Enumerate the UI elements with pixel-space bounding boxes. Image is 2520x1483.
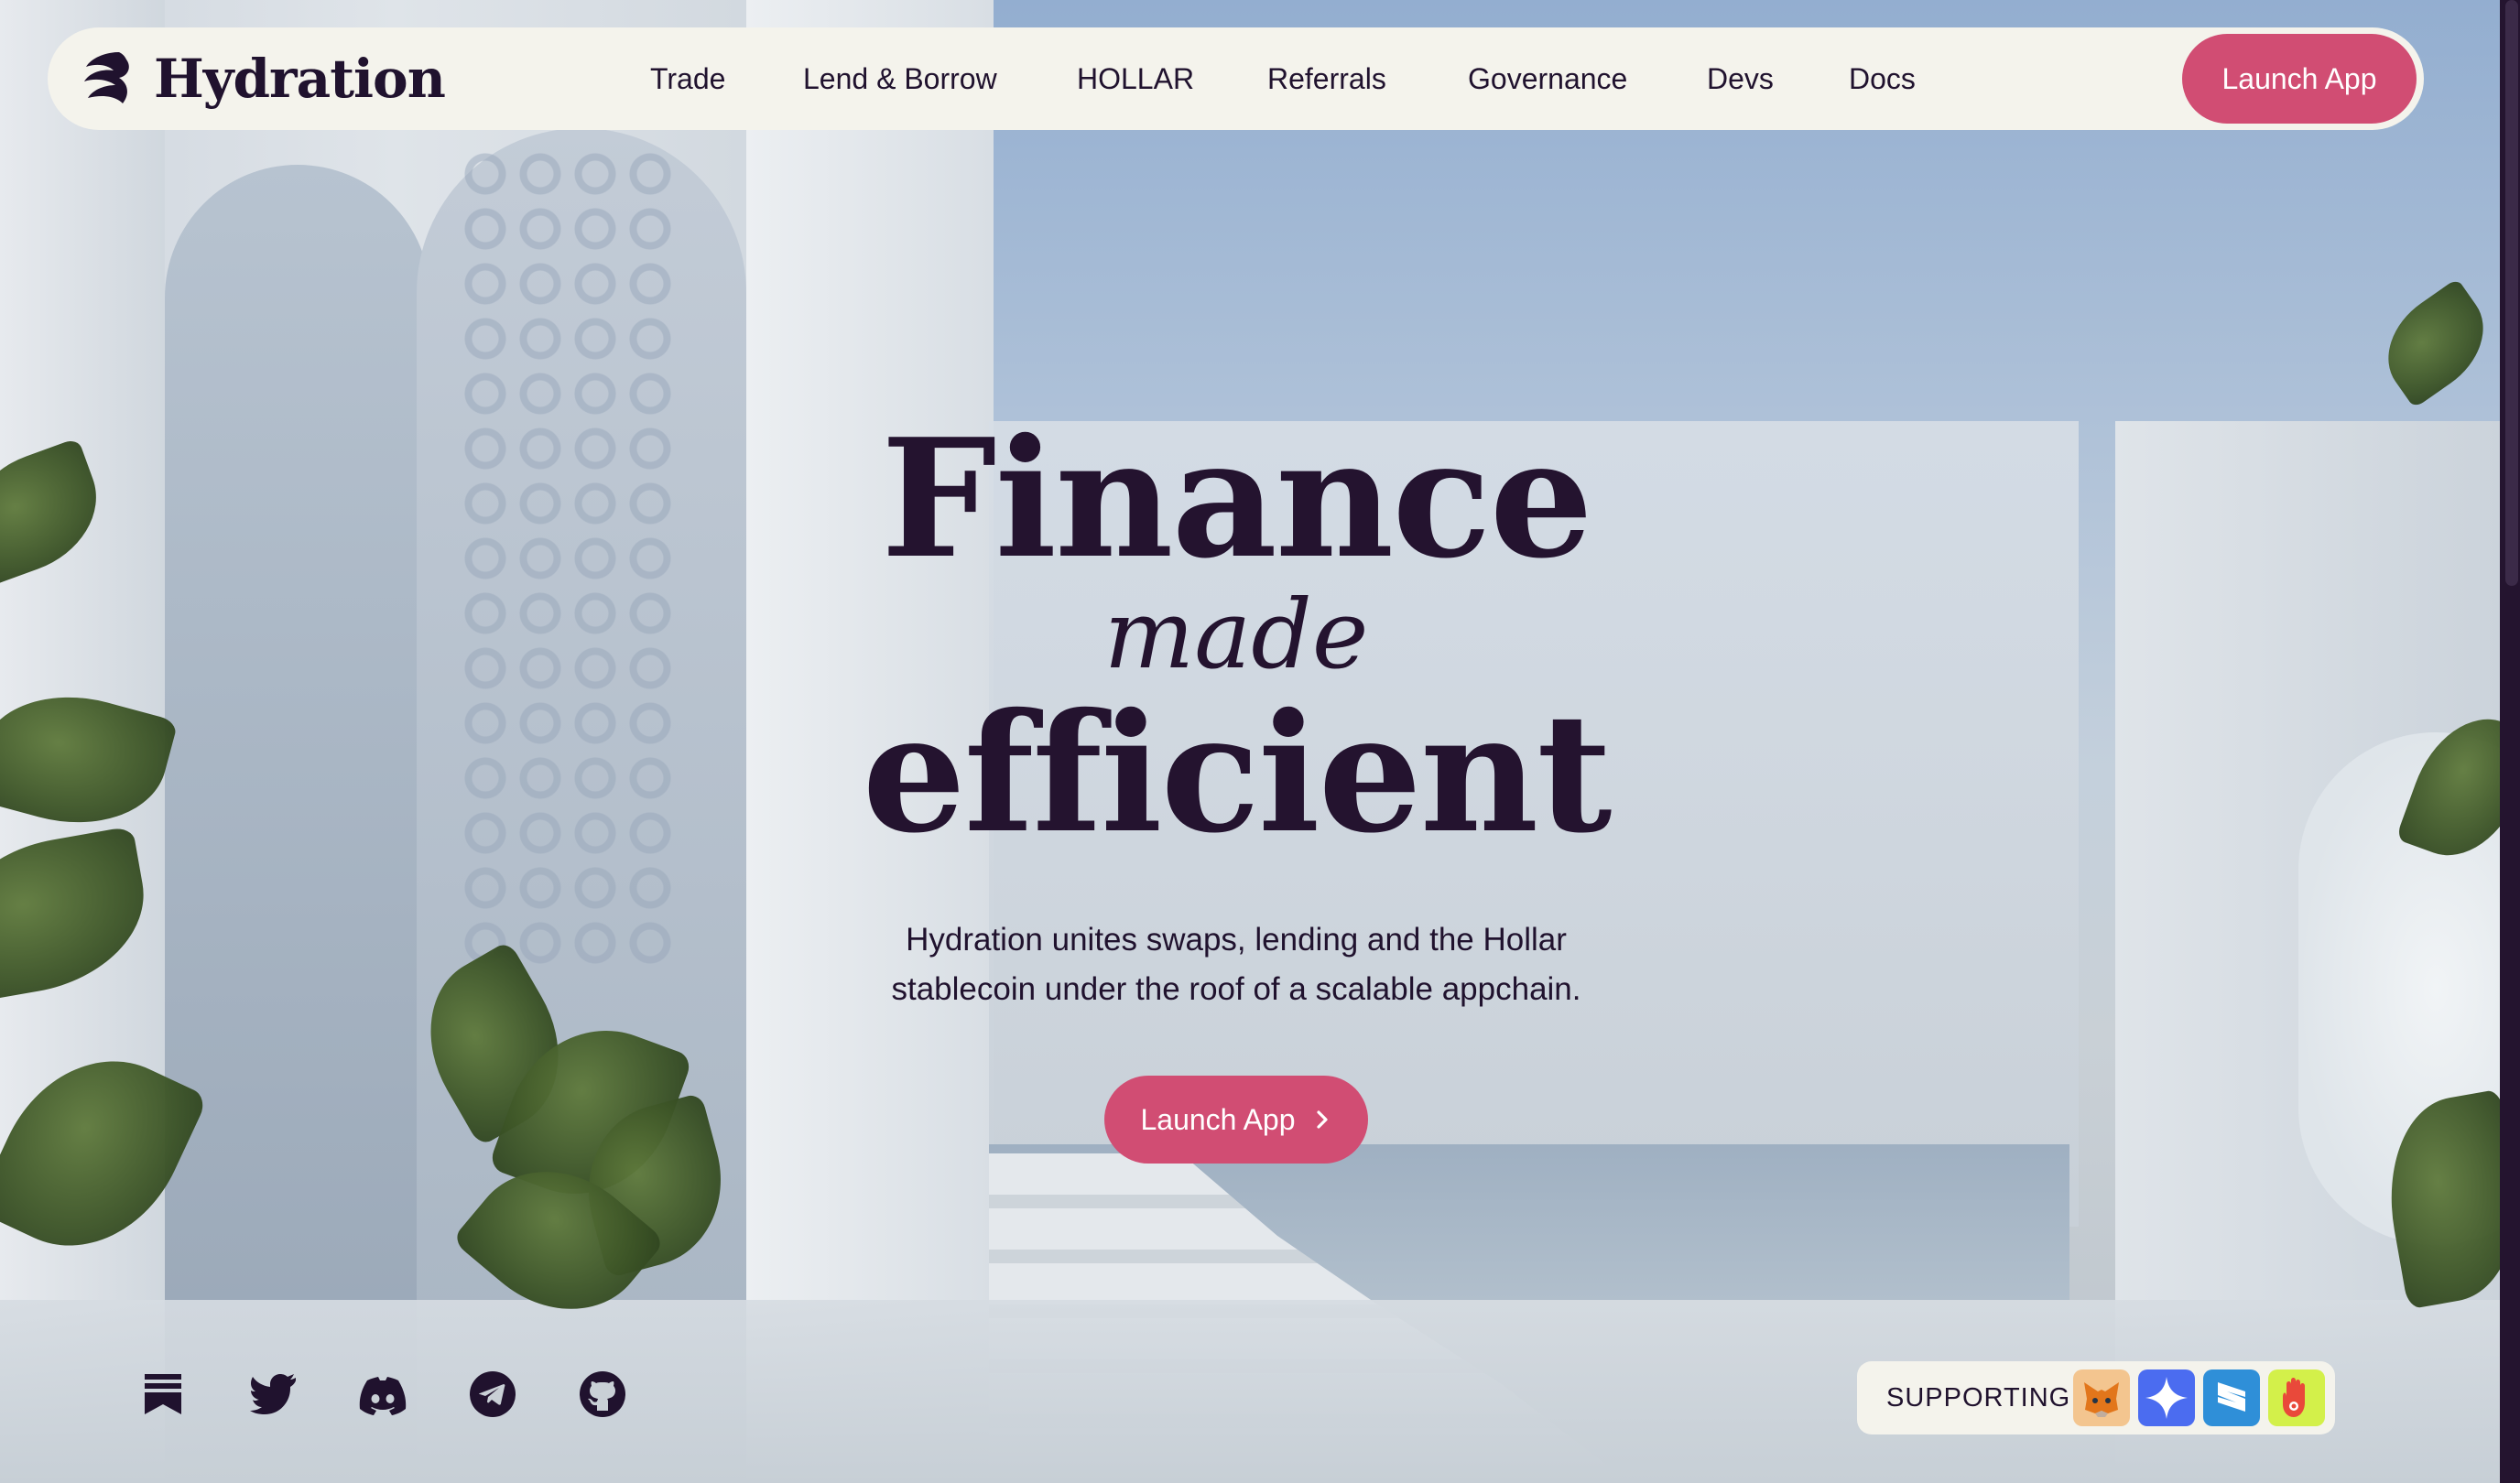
twitter-link[interactable] xyxy=(247,1369,299,1420)
talisman-icon xyxy=(2283,1378,2305,1417)
plant-leaf xyxy=(2367,277,2500,409)
github-link[interactable] xyxy=(577,1369,628,1420)
top-navbar: Hydration Trade Lend & Borrow HOLLAR Ref… xyxy=(48,27,2424,130)
subwallet-icon xyxy=(2218,1382,2245,1412)
launch-app-button-nav[interactable]: Launch App xyxy=(2182,34,2417,124)
launch-app-button-hero[interactable]: Launch App xyxy=(1104,1076,1368,1164)
telegram-link[interactable] xyxy=(467,1369,518,1420)
metamask-icon xyxy=(2084,1382,2119,1417)
archway xyxy=(165,165,430,1483)
scrollbar-track[interactable] xyxy=(2500,0,2520,1483)
hero-heading-line3: efficient xyxy=(862,677,1613,869)
substack-link[interactable] xyxy=(137,1369,189,1420)
discord-link[interactable] xyxy=(357,1369,408,1420)
nav-link-hollar[interactable]: HOLLAR xyxy=(1077,27,1194,130)
github-icon xyxy=(580,1371,625,1417)
substack-icon xyxy=(145,1374,181,1414)
nav-link-docs[interactable]: Docs xyxy=(1849,27,1916,130)
wallet-subwallet[interactable] xyxy=(2203,1369,2260,1426)
nav-link-governance[interactable]: Governance xyxy=(1468,27,1627,130)
hero-description-line2: stablecoin under the roof of a scalable … xyxy=(891,971,1581,1007)
nav-link-devs[interactable]: Devs xyxy=(1707,27,1774,130)
wallet-sparkle[interactable] xyxy=(2138,1369,2195,1426)
hero-heading-line2: made xyxy=(1103,579,1369,690)
nav-link-trade[interactable]: Trade xyxy=(650,27,725,130)
lattice-screen xyxy=(458,146,678,970)
discord-icon xyxy=(359,1377,407,1415)
twitter-icon xyxy=(250,1374,296,1414)
nav-link-referrals[interactable]: Referrals xyxy=(1267,27,1386,130)
wallet-metamask[interactable] xyxy=(2073,1369,2130,1426)
nav-link-lend-borrow[interactable]: Lend & Borrow xyxy=(803,27,997,130)
sparkle-wallet-icon xyxy=(2145,1377,2188,1419)
hero-description-line1: Hydration unites swaps, lending and the … xyxy=(906,922,1567,958)
chevron-right-icon xyxy=(1316,1110,1328,1129)
telegram-icon xyxy=(470,1371,516,1417)
hero-description: Hydration unites swaps, lending and the … xyxy=(778,915,1694,1014)
nav-links: Trade Lend & Borrow HOLLAR Referrals Gov… xyxy=(48,27,2424,130)
page-viewport: Hydration Trade Lend & Borrow HOLLAR Ref… xyxy=(0,0,2500,1483)
supporting-label: SUPPORTING xyxy=(1886,1383,2071,1413)
wallet-talisman[interactable] xyxy=(2268,1369,2325,1426)
scrollbar-thumb[interactable] xyxy=(2505,0,2518,586)
launch-app-label: Launch App xyxy=(1140,1102,1296,1136)
supporting-wallets: SUPPORTING xyxy=(1857,1361,2335,1434)
hero-heading-line1: Finance xyxy=(881,403,1593,594)
